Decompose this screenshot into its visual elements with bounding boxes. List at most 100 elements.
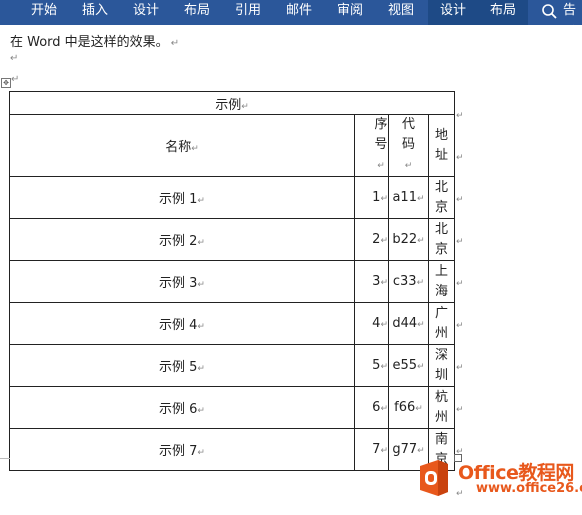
code-cell[interactable]: e55↵ [388,344,429,387]
search-icon[interactable] [541,3,559,21]
cell-mark: ↵ [417,320,425,330]
tell-me-search-label[interactable]: 告诉 [563,0,582,40]
header-num-char: 号 [374,137,388,152]
row-addr: 广州 [435,304,449,344]
table-row: 示例 2↵ 2↵ b22↵ 北京 [9,218,455,261]
header-name-cell[interactable]: 名称↵ [9,114,355,177]
header-num: 序号 ↵ [374,115,388,176]
row-name: 示例 5 [159,360,198,375]
cell-mark: ↵ [416,194,425,204]
row-addr: 杭州 [435,388,449,428]
tab-design[interactable]: 设计 [133,0,159,25]
code-cell[interactable]: d44↵ [388,302,429,345]
row-code: a11 [392,190,417,205]
cell-mark: ↵ [380,320,388,330]
addr-cell[interactable]: 北京 [428,218,455,261]
table-caption-row: 示例↵ [9,91,455,115]
num-cell[interactable]: 3↵ [354,260,389,303]
table-row: 示例 1↵ 1↵ a11↵ 北京 [9,176,455,219]
code-cell[interactable]: c33↵ [388,260,429,303]
cell-mark: ↵ [380,278,388,288]
addr-char: 州 [434,325,448,341]
office26-watermark-logo: Office教程网 www.office26.com [414,456,582,503]
row-code: b22 [392,232,418,247]
tab-label: 布局 [184,3,211,18]
code-cell[interactable]: b22↵ [388,218,429,261]
cell-mark: ↵ [197,322,205,332]
table-row: 示例 6↵ 6↵ f66↵ 杭州 [9,386,455,429]
addr-cell[interactable]: 北京 [428,176,455,219]
row-code: f66 [394,400,416,415]
name-cell[interactable]: 示例 4↵ [9,302,355,345]
num-cell[interactable]: 4↵ [354,302,389,345]
tab-label: 设计 [439,3,466,18]
num-cell[interactable]: 2↵ [354,218,389,261]
num-cell[interactable]: 1↵ [354,176,389,219]
name-cell[interactable]: 示例 7↵ [9,428,355,471]
num-cell[interactable]: 7↵ [354,428,389,471]
tab-home[interactable]: 开始 [31,0,57,25]
header-code-cell[interactable]: 代码 ↵ [388,114,429,177]
row-code: e55 [392,358,417,373]
tab-table-layout[interactable]: 布局 [478,0,528,25]
tab-label: 视图 [388,3,415,18]
name-cell[interactable]: 示例 1↵ [9,176,355,219]
addr-cell[interactable]: 深圳 [428,344,455,387]
code-cell[interactable]: a11↵ [388,176,429,219]
name-cell[interactable]: 示例 5↵ [9,344,355,387]
addr-cell[interactable]: 广州 [428,302,455,345]
tab-label: 邮件 [286,3,313,18]
intro-paragraph: 在 Word 中是这样的效果。 ↵ [10,31,179,50]
row-addr: 上海 [435,262,449,302]
addr-cell[interactable]: 上海 [428,260,455,303]
cell-mark: ↵ [415,404,423,414]
addr-char: 京 [434,241,448,257]
cell-mark: ↵ [380,404,388,414]
cell-mark: ↵ [380,362,388,372]
row-addr: 北京 [435,178,449,218]
paragraph-mark: ↵ [11,74,20,85]
logo-url: www.office26.com [476,481,582,496]
row-name: 示例 6 [159,402,198,417]
addr-char: 深 [434,347,448,363]
cell-mark: ↵ [380,236,388,246]
num-cell[interactable]: 5↵ [354,344,389,387]
paragraph-mark: ↵ [170,38,180,49]
cell-mark: ↵ [197,196,205,206]
tab-table-design[interactable]: 设计 [428,0,478,25]
tab-review[interactable]: 审阅 [337,0,363,25]
addr-char: 北 [434,221,448,237]
cell-mark: ↵ [377,161,385,171]
header-addr-char: 址 [434,147,448,163]
name-cell[interactable]: 示例 2↵ [9,218,355,261]
header-addr-char: 地 [434,127,448,143]
tab-layout[interactable]: 布局 [184,0,210,25]
cell-mark: ↵ [417,236,425,246]
table-caption-cell[interactable]: 示例↵ [9,91,455,115]
cell-mark: ↵ [417,362,425,372]
header-num-cell[interactable]: 序号 ↵ [354,114,389,177]
cell-mark: ↵ [416,278,425,288]
addr-char: 上 [434,263,448,279]
table-move-handle-icon[interactable]: ✥ [1,78,11,88]
addr-char: 杭 [434,389,448,405]
num-cell[interactable]: 6↵ [354,386,389,429]
name-cell[interactable]: 示例 6↵ [9,386,355,429]
header-name: 名称 [165,140,192,155]
cell-mark: ↵ [197,406,205,416]
tab-insert[interactable]: 插入 [82,0,108,25]
table-row: 示例 4↵ 4↵ d44↵ 广州 [9,302,455,345]
cell-mark: ↵ [191,144,199,154]
tab-mailings[interactable]: 邮件 [286,0,312,25]
name-cell[interactable]: 示例 3↵ [9,260,355,303]
addr-cell[interactable]: 杭州 [428,386,455,429]
addr-char: 南 [434,431,448,447]
tab-view[interactable]: 视图 [388,0,414,25]
code-cell[interactable]: f66↵ [388,386,429,429]
header-num-char: 序 [374,117,388,132]
header-addr-cell[interactable]: 地址 [428,114,455,177]
addr-char: 州 [434,409,448,425]
tab-references[interactable]: 引用 [235,0,261,25]
tab-label: 设计 [133,3,160,18]
header-code: 代码 ↵ [402,115,416,176]
